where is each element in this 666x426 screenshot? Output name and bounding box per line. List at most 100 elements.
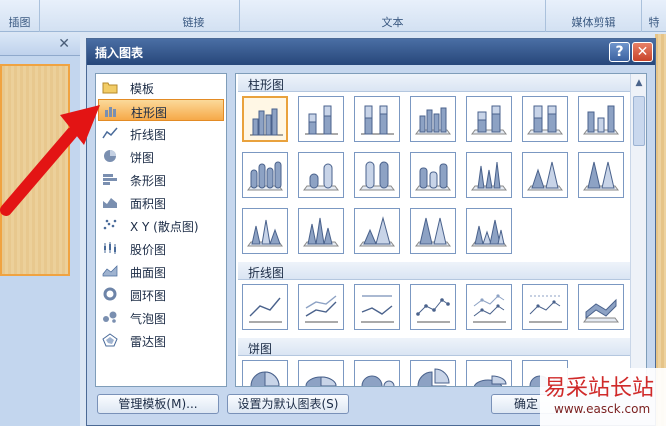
chart-type-stacked-column[interactable] [298, 96, 344, 142]
scroll-up-icon[interactable]: ▲ [633, 78, 645, 90]
surface-chart-icon [102, 265, 118, 277]
chart-type-line[interactable] [242, 284, 288, 330]
category-item-templates[interactable]: 模板 [98, 76, 224, 98]
set-default-chart-button[interactable]: 设置为默认图表(S) [227, 394, 349, 414]
chart-type-pie[interactable] [242, 360, 288, 386]
section-title: 饼图 [248, 342, 273, 356]
stacked-cylinder-icon [303, 163, 339, 191]
chart-type-3d-pyramid[interactable] [466, 208, 512, 254]
slides-panel-header: ✕ [0, 34, 80, 56]
chart-type-100-stacked-cone[interactable] [578, 152, 624, 198]
category-item-surface[interactable]: 曲面图 [98, 260, 224, 282]
chart-type-stacked-pyramid[interactable] [354, 208, 400, 254]
clustered-column-icon [250, 108, 283, 136]
folder-icon [102, 82, 118, 94]
stock-chart-icon [104, 242, 116, 254]
category-item-stock[interactable]: 股价图 [98, 237, 224, 259]
ribbon-group-special: 特 [642, 0, 666, 32]
radar-chart-icon [102, 333, 118, 347]
gallery-scrollbar[interactable]: ▲ [630, 74, 646, 386]
chart-type-3d-column[interactable] [578, 96, 624, 142]
cylinder-chart-icon [247, 161, 283, 191]
ribbon-group-text: 文本 [240, 0, 546, 32]
chart-type-3d-100-stacked-column[interactable] [522, 96, 568, 142]
chart-type-pie-of-pie[interactable] [354, 360, 400, 386]
chart-type-stacked-line-markers[interactable] [466, 284, 512, 330]
3d-column-icon [583, 105, 619, 135]
ribbon-group-label: 特 [648, 16, 660, 29]
category-label: 饼图 [130, 151, 155, 165]
red-arrow-icon [0, 105, 100, 216]
category-item-doughnut[interactable]: 圆环图 [98, 283, 224, 305]
line-icon [249, 297, 282, 323]
category-item-pie[interactable]: 饼图 [98, 145, 224, 167]
section-title: 柱形图 [248, 78, 285, 92]
chart-type-100-stacked-line-markers[interactable] [522, 284, 568, 330]
chart-type-100-stacked-line[interactable] [354, 284, 400, 330]
stacked-line-icon [305, 295, 338, 323]
chart-type-3d-stacked-column[interactable] [466, 96, 512, 142]
slides-panel: ✕ [0, 34, 80, 426]
close-button[interactable]: ✕ [632, 42, 653, 62]
percent-stacked-pyramid-icon [415, 217, 451, 247]
3d-pie-icon [305, 376, 337, 386]
chart-type-stacked-line[interactable] [298, 284, 344, 330]
exploded-pie-icon [417, 368, 450, 386]
section-header-pie: 饼图 [238, 338, 630, 356]
category-item-bar[interactable]: 条形图 [98, 168, 224, 190]
help-button[interactable]: ? [609, 42, 630, 62]
chart-type-line-markers[interactable] [410, 284, 456, 330]
stacked-cone-icon [527, 161, 563, 191]
chart-type-3d-clustered-column[interactable] [410, 96, 456, 142]
chart-type-3d-line[interactable] [578, 284, 624, 330]
percent-line-markers-icon [529, 295, 562, 323]
ribbon-group-label: 插图 [8, 16, 31, 29]
category-item-line[interactable]: 折线图 [98, 122, 224, 144]
chart-type-clustered-cone[interactable] [466, 152, 512, 198]
3d-percent-stacked-column-icon [527, 105, 563, 135]
scrollbar-thumb[interactable] [633, 96, 645, 146]
percent-stacked-line-icon [361, 295, 394, 323]
chart-type-clustered-pyramid[interactable] [298, 208, 344, 254]
stacked-column-icon [305, 105, 338, 135]
category-label: 模板 [130, 82, 155, 96]
category-label: 股价图 [130, 243, 167, 257]
category-label: 面积图 [130, 197, 167, 211]
chart-type-clustered-column[interactable] [242, 96, 288, 142]
ribbon-group-links: 链接 [148, 0, 240, 32]
chart-type-stacked-cylinder[interactable] [298, 152, 344, 198]
chart-category-list: 模板 柱形图 折线图 饼图 条形图 面积图 X Y (散点图) 股价图 曲面图 … [95, 73, 227, 387]
chart-type-stacked-cone[interactable] [522, 152, 568, 198]
chart-type-3d-cylinder[interactable] [410, 152, 456, 198]
section-header-line: 折线图 [238, 262, 630, 280]
percent-stacked-cone-icon [583, 161, 619, 191]
section-title: 折线图 [248, 266, 285, 280]
dialog-title-bar[interactable]: 插入图表 ? ✕ [87, 39, 655, 65]
3d-stacked-column-icon [471, 105, 507, 135]
chart-type-exploded-pie[interactable] [410, 360, 456, 386]
category-item-radar[interactable]: 雷达图 [98, 329, 224, 351]
ribbon-group-media: 媒体剪辑 [546, 0, 642, 32]
category-item-scatter[interactable]: X Y (散点图) [98, 214, 224, 236]
chart-type-100-stacked-pyramid[interactable] [410, 208, 456, 254]
chart-type-clustered-cylinder[interactable] [242, 152, 288, 198]
category-label: 柱形图 [131, 106, 168, 120]
chart-type-3d-pie[interactable] [298, 360, 344, 386]
category-item-bubble[interactable]: 气泡图 [98, 306, 224, 328]
ribbon-group-illustrations: 插图 [0, 0, 40, 32]
chart-type-100-stacked-cylinder[interactable] [354, 152, 400, 198]
pie-icon [250, 371, 280, 386]
doughnut-chart-icon [103, 287, 117, 301]
manage-templates-button[interactable]: 管理模板(M)... [97, 394, 219, 414]
category-item-area[interactable]: 面积图 [98, 191, 224, 213]
chart-type-3d-cone[interactable] [242, 208, 288, 254]
pie-of-pie-icon [361, 375, 395, 386]
close-icon[interactable]: ✕ [58, 36, 70, 52]
chart-type-exploded-3d-pie[interactable] [466, 360, 512, 386]
stacked-line-markers-icon [473, 294, 506, 323]
category-label: 气泡图 [130, 312, 167, 326]
watermark-title: 易采站长站 [544, 376, 655, 401]
exploded-3d-pie-icon [473, 375, 507, 386]
category-item-column[interactable]: 柱形图 [98, 99, 224, 121]
chart-type-100-stacked-column[interactable] [354, 96, 400, 142]
